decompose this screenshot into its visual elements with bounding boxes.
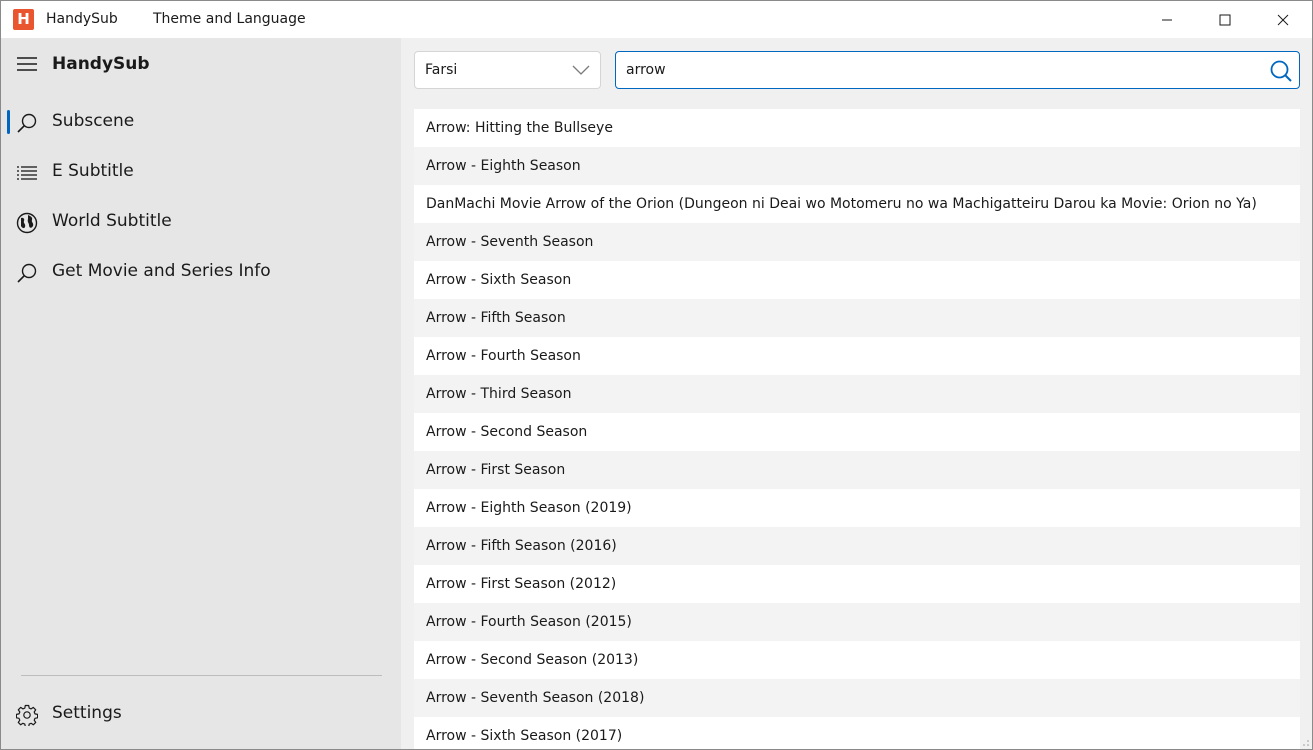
- minimize-button[interactable]: [1138, 1, 1196, 38]
- result-item[interactable]: DanMachi Movie Arrow of the Orion (Dunge…: [414, 185, 1300, 223]
- result-item[interactable]: Arrow - Sixth Season: [414, 261, 1300, 299]
- result-item[interactable]: Arrow - Third Season: [414, 375, 1300, 413]
- main-content: Farsi Arrow: Hitting the BullseyeArrow -…: [401, 38, 1312, 749]
- sidebar: HandySub Subscene E Subtitle World Subti…: [1, 38, 401, 749]
- search-input[interactable]: [626, 59, 1246, 81]
- sidebar-item-world-subtitle[interactable]: World Subtitle: [1, 202, 401, 242]
- result-item[interactable]: Arrow - Fourth Season (2015): [414, 603, 1300, 641]
- sidebar-title: HandySub: [52, 54, 150, 74]
- language-combobox[interactable]: Farsi: [414, 51, 601, 89]
- chevron-down-icon: [572, 65, 590, 75]
- maximize-icon: [1219, 14, 1231, 25]
- list-icon: [17, 166, 37, 180]
- app-name: HandySub: [46, 11, 118, 27]
- language-selected-value: Farsi: [425, 62, 458, 78]
- result-item[interactable]: Arrow - Sixth Season (2017): [414, 717, 1300, 749]
- sidebar-item-subscene[interactable]: Subscene: [1, 102, 401, 142]
- search-box[interactable]: [615, 51, 1300, 89]
- resize-grip-icon[interactable]: [1300, 737, 1310, 747]
- sidebar-item-e-subtitle[interactable]: E Subtitle: [1, 152, 401, 192]
- result-item[interactable]: Arrow - First Season: [414, 451, 1300, 489]
- hamburger-menu-button[interactable]: [17, 56, 37, 71]
- search-icon: [17, 113, 37, 133]
- globe-icon: [16, 212, 38, 234]
- sidebar-item-settings[interactable]: Settings: [1, 694, 401, 734]
- result-item[interactable]: Arrow - Eighth Season (2019): [414, 489, 1300, 527]
- result-item[interactable]: Arrow - Eighth Season: [414, 147, 1300, 185]
- result-item[interactable]: Arrow - Second Season: [414, 413, 1300, 451]
- title-bar: H HandySub Theme and Language: [1, 1, 1312, 38]
- close-button[interactable]: [1254, 1, 1312, 38]
- sidebar-item-label: Settings: [52, 703, 122, 723]
- result-item[interactable]: Arrow: Hitting the Bullseye: [414, 109, 1300, 147]
- result-item[interactable]: Arrow - Seventh Season: [414, 223, 1300, 261]
- hamburger-icon: [17, 57, 37, 71]
- search-button[interactable]: [1269, 59, 1293, 83]
- search-icon: [17, 263, 37, 283]
- sidebar-divider: [21, 675, 382, 676]
- result-item[interactable]: Arrow - First Season (2012): [414, 565, 1300, 603]
- result-item[interactable]: Arrow - Second Season (2013): [414, 641, 1300, 679]
- gear-icon: [16, 704, 38, 726]
- result-item[interactable]: Arrow - Fifth Season (2016): [414, 527, 1300, 565]
- result-item[interactable]: Arrow - Fourth Season: [414, 337, 1300, 375]
- sidebar-item-label: World Subtitle: [52, 211, 172, 231]
- minimize-icon: [1162, 19, 1172, 20]
- maximize-button[interactable]: [1196, 1, 1254, 38]
- search-icon: [1270, 60, 1292, 82]
- selected-indicator: [7, 110, 10, 134]
- results-list: Arrow: Hitting the Bullseye Arrow - Eight…: [414, 109, 1300, 749]
- sidebar-item-label: Get Movie and Series Info: [52, 261, 271, 281]
- app-logo-icon: H: [13, 9, 34, 30]
- result-item[interactable]: Arrow - Fifth Season: [414, 299, 1300, 337]
- sidebar-item-label: E Subtitle: [52, 161, 134, 181]
- window-title: Theme and Language: [153, 11, 306, 27]
- close-icon: [1277, 14, 1289, 25]
- sidebar-item-get-movie-and-series-info[interactable]: Get Movie and Series Info: [1, 252, 401, 292]
- sidebar-item-label: Subscene: [52, 111, 135, 131]
- result-item[interactable]: Arrow - Seventh Season (2018): [414, 679, 1300, 717]
- app-window: H HandySub Theme and Language HandySub S…: [0, 0, 1313, 750]
